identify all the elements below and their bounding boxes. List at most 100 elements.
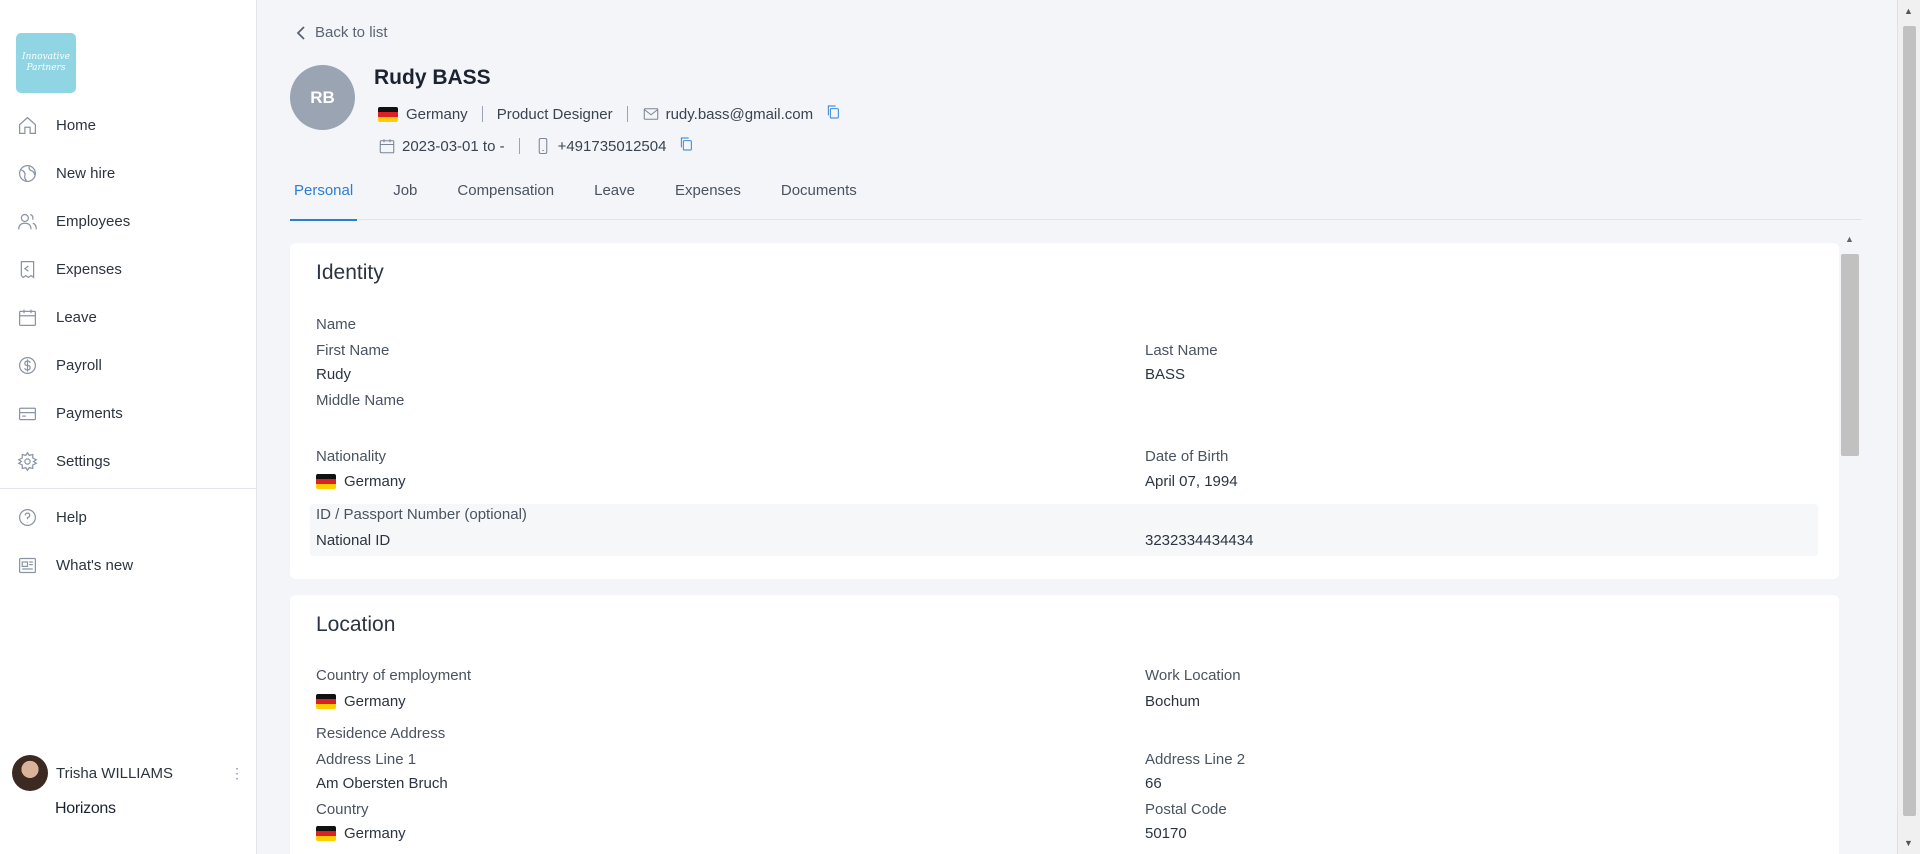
users-icon [16,210,38,232]
sidebar-item-home[interactable]: Home [0,105,256,145]
dollar-icon [16,354,38,376]
current-user[interactable]: Trisha WILLIAMS ⋮ [12,755,244,791]
sidebar-item-label: Payments [56,404,123,422]
phone-icon [538,137,547,155]
calendar-icon [16,306,38,328]
sidebar: Innovative Partners Home New hire Employ… [0,0,257,854]
employee-meta-row1: Germany Product Designer rudy.bass@gmail… [378,104,847,124]
employee-country: Germany [406,105,468,123]
id-type-value: National ID [316,532,391,549]
window-scrollbar[interactable]: ▲ ▼ [1897,0,1920,854]
location-title: Location [316,613,396,636]
user-name: Trisha WILLIAMS [56,764,173,782]
calendar-icon [379,139,395,154]
sidebar-item-payments[interactable]: Payments [0,393,256,433]
identity-title: Identity [316,261,384,284]
help-icon [16,506,38,528]
first-name-value: Rudy [316,366,352,383]
sidebar-item-label: Payroll [56,356,102,374]
germany-flag-icon [316,826,336,841]
country-of-employment-value: Germany [316,693,406,710]
tab-expenses[interactable]: Expenses [671,176,745,220]
residence-country-text: Germany [344,825,406,842]
copy-icon [827,105,839,119]
sidebar-item-employees[interactable]: Employees [0,201,256,241]
gear-icon [16,450,38,472]
postal-code-label: Postal Code [1145,801,1227,818]
home-icon [16,114,38,136]
nationality-value: Germany [316,473,406,490]
back-label: Back to list [315,24,388,41]
sidebar-item-leave[interactable]: Leave [0,297,256,337]
tab-job[interactable]: Job [389,176,421,220]
work-location-value: Bochum [1145,693,1201,710]
middle-name-label: Middle Name [316,392,405,409]
content-scrollbar[interactable]: ▲ [1840,232,1860,854]
work-location-label: Work Location [1145,667,1241,684]
country-text: Germany [344,693,406,710]
sidebar-item-whats-new[interactable]: What's new [0,545,256,585]
employee-phone: +491735012504 [557,137,667,155]
dob-value: April 07, 1994 [1145,473,1238,490]
logo-text-line1: Innovative [22,52,70,62]
brand-logo: Horizons [55,800,116,817]
tab-documents[interactable]: Documents [777,176,861,220]
residence-country-value: Germany [316,825,406,842]
card-icon [16,402,38,424]
employee-name: Rudy BASS [374,66,491,89]
nationality-text: Germany [344,473,406,490]
employee-email: rudy.bass@gmail.com [665,105,814,123]
avatar [12,755,48,791]
tab-personal[interactable]: Personal [290,176,358,221]
tab-leave[interactable]: Leave [590,176,639,220]
sidebar-item-label: What's new [56,556,134,574]
sidebar-item-help[interactable]: Help [0,497,256,537]
sidebar-item-payroll[interactable]: Payroll [0,345,256,385]
scroll-up-arrow-icon[interactable]: ▲ [1904,6,1913,16]
residence-country-label: Country [316,801,369,818]
company-logo[interactable]: Innovative Partners [16,33,76,93]
sidebar-item-label: Leave [56,308,97,326]
separator [481,106,483,122]
postal-code-value: 50170 [1145,825,1187,842]
address-line2-value: 66 [1145,775,1162,792]
news-icon [16,554,38,576]
employee-avatar: RB [290,65,355,130]
scroll-down-arrow-icon[interactable]: ▼ [1904,838,1913,848]
more-options-icon[interactable]: ⋮ [230,765,244,782]
scrollbar-thumb[interactable] [1841,254,1859,456]
id-number-value: 3232334434434 [1145,532,1254,549]
sidebar-item-expenses[interactable]: Expenses [0,249,256,289]
scrollbar-thumb[interactable] [1903,26,1916,816]
globe-icon [16,162,38,184]
mail-icon [643,108,658,120]
germany-flag-icon [316,694,336,709]
back-to-list-link[interactable]: Back to list [295,24,388,41]
chevron-left-icon [296,25,305,40]
copy-email-button[interactable] [825,104,847,124]
sidebar-item-label: New hire [56,164,116,182]
location-card: Location Country of employment Germany W… [290,595,1839,854]
scroll-up-arrow-icon[interactable]: ▲ [1845,234,1854,244]
country-of-employment-label: Country of employment [316,667,472,684]
logo-text-line2: Partners [26,63,66,73]
address-line1-label: Address Line 1 [316,751,417,768]
address-line2-label: Address Line 2 [1145,751,1246,768]
tab-compensation[interactable]: Compensation [453,176,558,220]
sidebar-item-label: Employees [56,212,131,230]
receipt-icon [16,258,38,280]
employment-dates: 2023-03-01 to - [402,137,505,155]
first-name-label: First Name [316,342,390,359]
dob-label: Date of Birth [1145,448,1229,465]
copy-phone-button[interactable] [678,136,700,156]
sidebar-item-new-hire[interactable]: New hire [0,153,256,193]
identity-card: Identity Name First Name Rudy Last Name … [290,243,1839,579]
sidebar-item-settings[interactable]: Settings [0,441,256,481]
residence-address-label: Residence Address [316,725,446,742]
id-row-background [310,504,1818,556]
germany-flag-icon [378,106,398,122]
copy-icon [681,137,693,151]
separator [626,106,628,122]
id-passport-label: ID / Passport Number (optional) [316,506,527,523]
sidebar-item-label: Expenses [56,260,122,278]
